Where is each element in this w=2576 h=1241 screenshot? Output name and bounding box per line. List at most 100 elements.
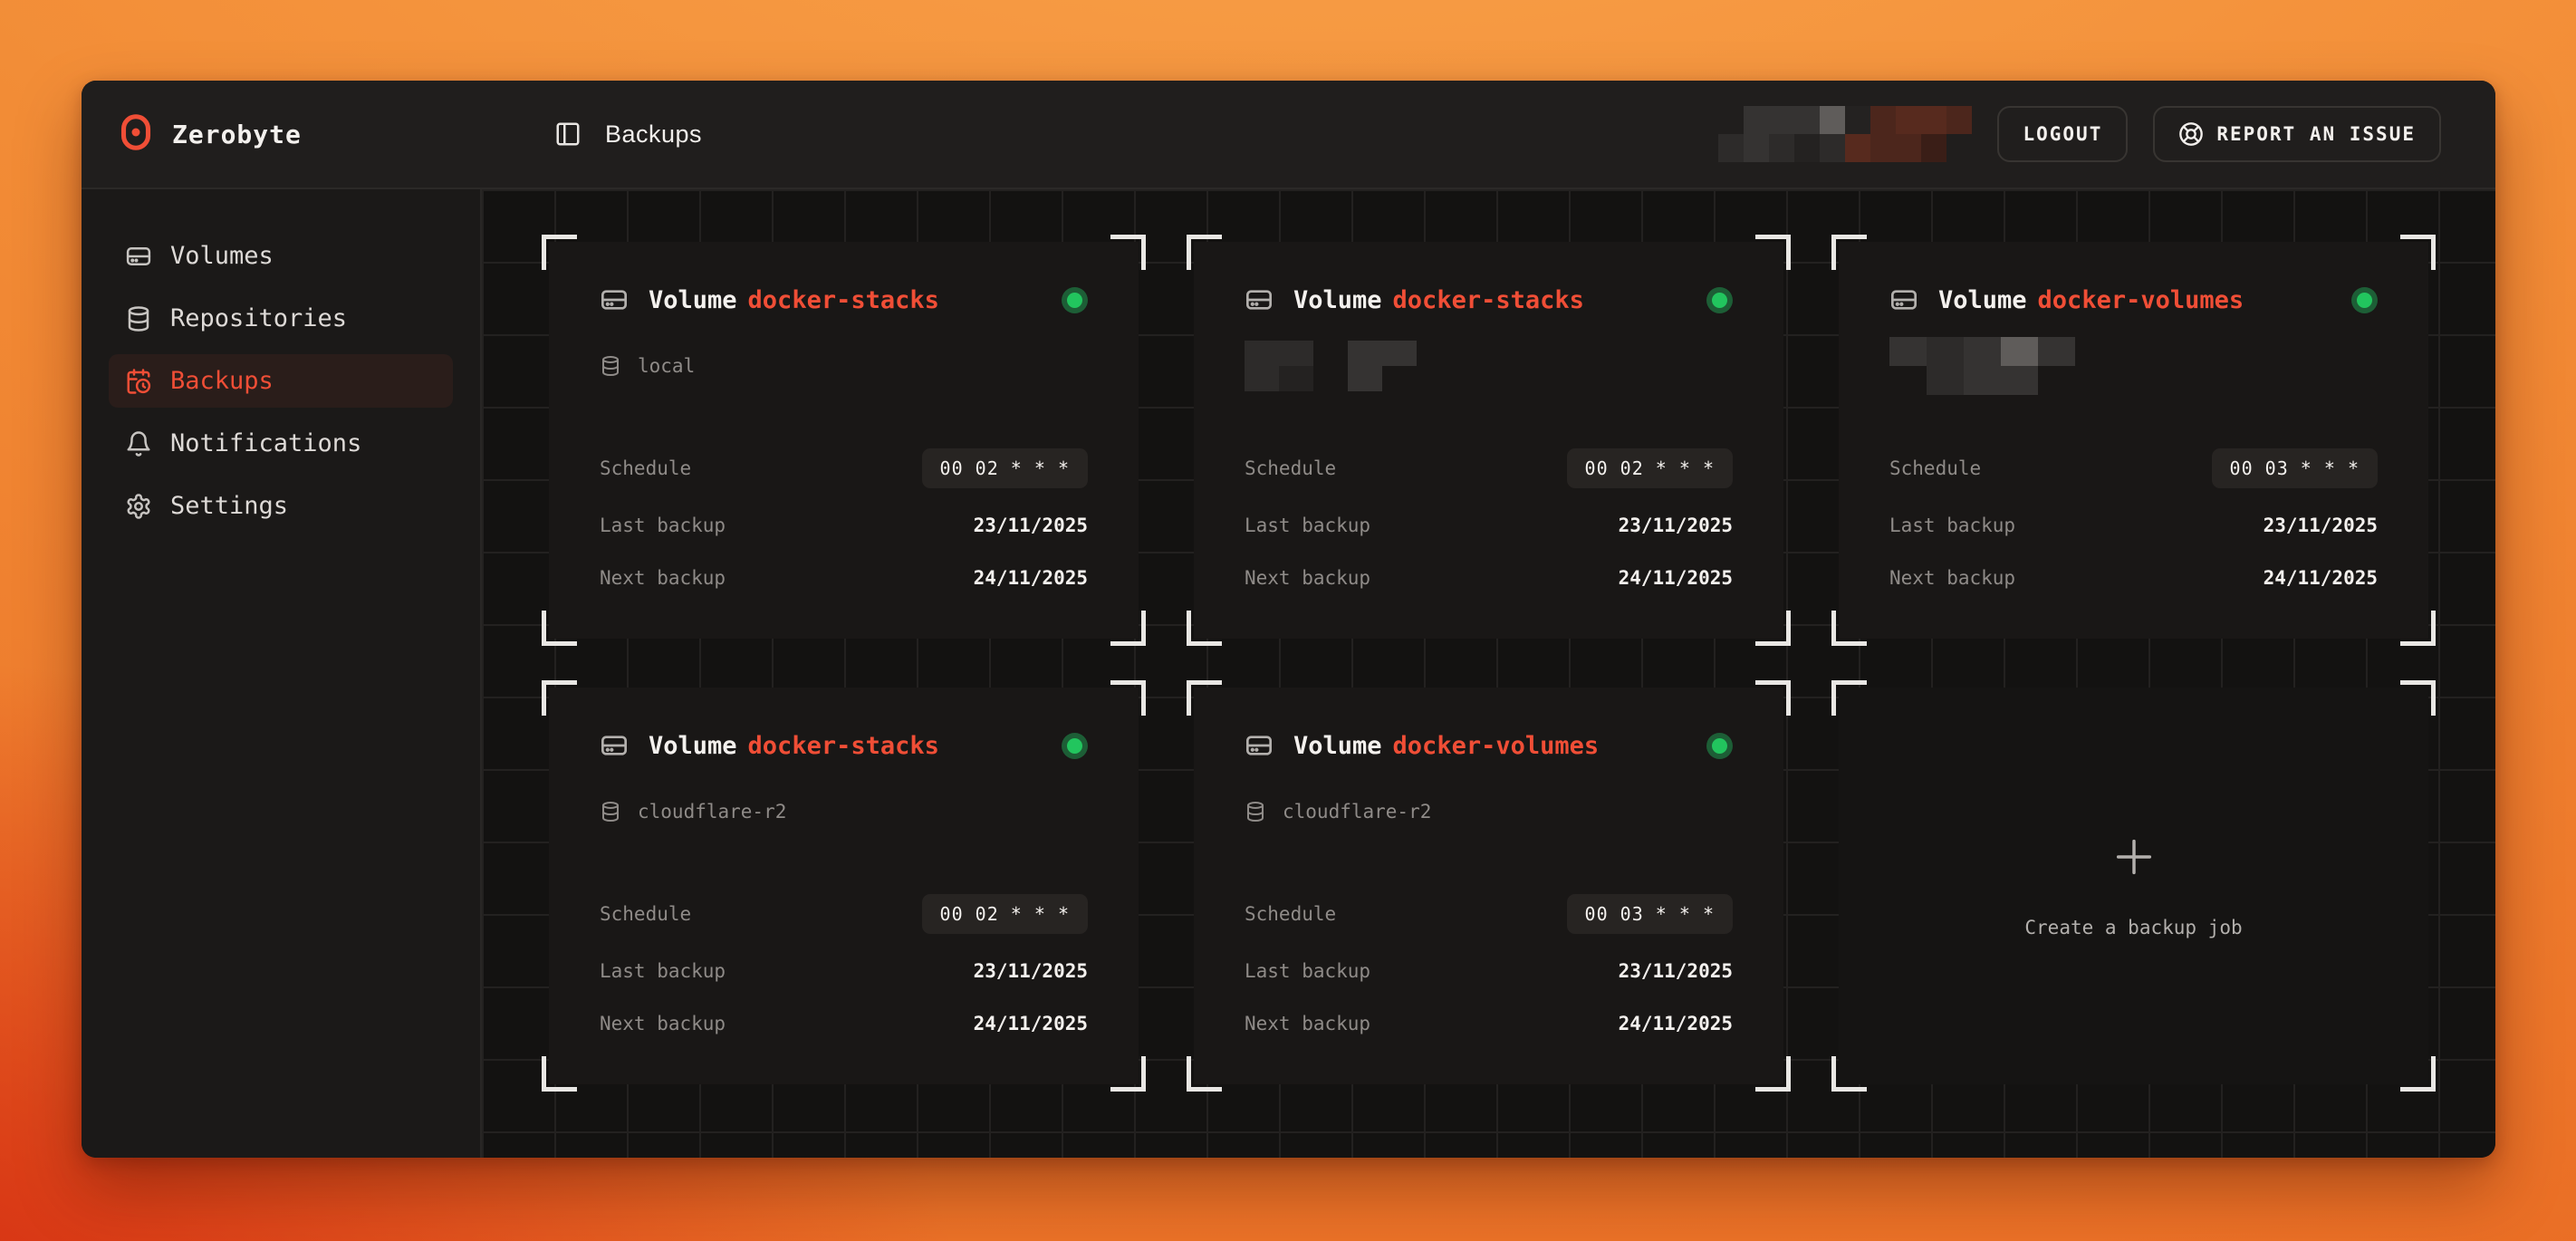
calendar-clock-icon: [125, 368, 152, 395]
repository-row: local: [600, 351, 1088, 381]
corner-bracket: [1110, 1056, 1146, 1092]
corner-bracket: [1755, 611, 1791, 646]
repository-row: cloudflare-r2: [600, 796, 1088, 827]
repository-row: cloudflare-r2: [1245, 796, 1733, 827]
schedule-row: Schedule 00 02 * * *: [600, 448, 1088, 488]
status-dot: [1712, 738, 1727, 754]
redacted-repository: [1889, 337, 2075, 395]
repository-name: cloudflare-r2: [1283, 801, 1431, 823]
status-dot: [2357, 293, 2372, 308]
corner-bracket: [2400, 1056, 2436, 1092]
sidebar-toggle-icon[interactable]: [554, 120, 582, 148]
schedule-label: Schedule: [1245, 903, 1336, 925]
corner-bracket: [1110, 680, 1146, 716]
backup-job-card[interactable]: Volumedocker-volumes cloudflare-r2: [1187, 680, 1791, 1092]
corner-bracket: [2400, 611, 2436, 646]
repository-row: [1245, 351, 1733, 381]
create-backup-job-card[interactable]: Create a backup job: [1831, 680, 2436, 1092]
desktop-background: { "app": { "name": "Zerobyte" }, "header…: [0, 0, 2576, 1241]
sidebar-item-label: Notifications: [170, 429, 361, 457]
card-title: Volumedocker-volumes: [1938, 286, 2244, 314]
volume-name: docker-volumes: [2038, 286, 2244, 314]
redacted-repository: [1245, 341, 1417, 391]
redacted-user-info: [1718, 106, 1972, 162]
next-backup-date: 24/11/2025: [974, 1013, 1088, 1034]
cron-schedule-badge: 00 03 * * *: [1567, 894, 1733, 934]
hard-drive-icon: [125, 243, 152, 270]
schedule-row: Schedule 00 03 * * *: [1245, 894, 1733, 934]
last-backup-date: 23/11/2025: [974, 960, 1088, 982]
next-backup-row: Next backup 24/11/2025: [1245, 563, 1733, 593]
last-backup-date: 23/11/2025: [974, 515, 1088, 536]
last-backup-row: Last backup 23/11/2025: [1245, 956, 1733, 986]
next-backup-date: 24/11/2025: [2264, 567, 2378, 589]
hard-drive-icon: [1245, 285, 1274, 314]
card-title: Volumedocker-stacks: [649, 286, 939, 314]
backup-job-card[interactable]: Volumedocker-stacks Schedule: [1187, 235, 1791, 646]
next-backup-row: Next backup 24/11/2025: [1245, 1008, 1733, 1039]
next-backup-label: Next backup: [1245, 1013, 1370, 1034]
last-backup-date: 23/11/2025: [2264, 515, 2378, 536]
corner-bracket: [2400, 235, 2436, 270]
schedule-label: Schedule: [600, 903, 691, 925]
zerobyte-logo-icon: [120, 113, 152, 155]
app-header: Zerobyte Backups LOGOUT: [82, 81, 2495, 189]
logout-label: LOGOUT: [2023, 123, 2102, 145]
corner-bracket: [542, 680, 577, 716]
hard-drive-icon: [1889, 285, 1918, 314]
sidebar-item-volumes[interactable]: Volumes: [109, 229, 453, 283]
volume-name: docker-stacks: [1393, 286, 1584, 314]
cron-schedule-badge: 00 02 * * *: [922, 448, 1088, 488]
schedule-label: Schedule: [1245, 457, 1336, 479]
corner-bracket: [1755, 235, 1791, 270]
last-backup-date: 23/11/2025: [1619, 515, 1733, 536]
backup-job-card[interactable]: Volumedocker-stacks local: [542, 235, 1146, 646]
backup-jobs-grid: Volumedocker-stacks local: [542, 235, 2436, 1092]
bell-icon: [125, 430, 152, 457]
report-issue-button[interactable]: REPORT AN ISSUE: [2153, 106, 2441, 162]
cron-schedule-badge: 00 02 * * *: [1567, 448, 1733, 488]
logout-button[interactable]: LOGOUT: [1997, 106, 2128, 162]
last-backup-row: Last backup 23/11/2025: [1245, 510, 1733, 541]
status-dot: [1067, 293, 1082, 308]
corner-bracket: [542, 611, 577, 646]
database-icon: [1245, 801, 1266, 823]
database-icon: [600, 355, 621, 377]
last-backup-row: Last backup 23/11/2025: [600, 956, 1088, 986]
backup-job-card[interactable]: Volumedocker-volumes Schedule: [1831, 235, 2436, 646]
sidebar-item-backups[interactable]: Backups: [109, 354, 453, 408]
volume-name: docker-stacks: [748, 732, 939, 760]
next-backup-row: Next backup 24/11/2025: [600, 563, 1088, 593]
volume-name: docker-stacks: [748, 286, 939, 314]
brand: Zerobyte: [120, 113, 482, 155]
corner-bracket: [542, 1056, 577, 1092]
sidebar-item-settings[interactable]: Settings: [109, 479, 453, 533]
backup-job-card[interactable]: Volumedocker-stacks cloudflare-r2: [542, 680, 1146, 1092]
gear-icon: [125, 493, 152, 520]
main-content: Volumedocker-stacks local: [482, 189, 2495, 1158]
app-window: Zerobyte Backups LOGOUT: [82, 81, 2495, 1158]
next-backup-label: Next backup: [600, 1013, 726, 1034]
last-backup-label: Last backup: [1245, 960, 1370, 982]
sidebar-item-repositories[interactable]: Repositories: [109, 292, 453, 345]
report-issue-label: REPORT AN ISSUE: [2216, 123, 2416, 145]
schedule-row: Schedule 00 02 * * *: [1245, 448, 1733, 488]
sidebar-item-label: Repositories: [170, 304, 347, 332]
create-backup-job-label: Create a backup job: [2024, 917, 2242, 938]
database-icon: [600, 801, 621, 823]
status-dot: [1712, 293, 1727, 308]
next-backup-date: 24/11/2025: [1619, 567, 1733, 589]
sidebar-item-notifications[interactable]: Notifications: [109, 417, 453, 470]
volume-name: docker-volumes: [1393, 732, 1600, 760]
header-actions: LOGOUT REPORT AN ISSUE: [1718, 106, 2441, 162]
app-name: Zerobyte: [172, 120, 302, 149]
corner-bracket: [1831, 1056, 1867, 1092]
last-backup-date: 23/11/2025: [1619, 960, 1733, 982]
corner-bracket: [1755, 1056, 1791, 1092]
repository-name: local: [638, 355, 695, 377]
corner-bracket: [1187, 680, 1222, 716]
lifebuoy-icon: [2178, 121, 2204, 147]
next-backup-row: Next backup 24/11/2025: [1889, 563, 2378, 593]
corner-bracket: [1831, 611, 1867, 646]
corner-bracket: [1755, 680, 1791, 716]
